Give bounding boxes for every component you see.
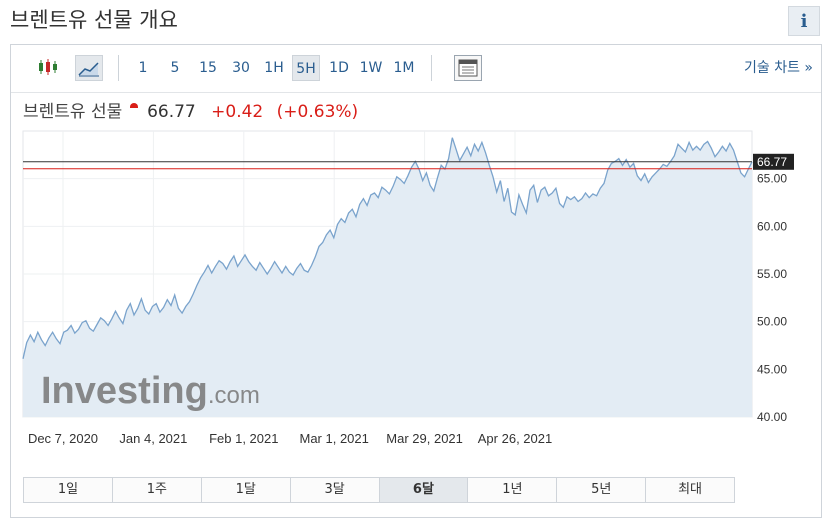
range-button-1y[interactable]: 1년 [468,478,558,502]
price-chart[interactable]: Investing.com40.0045.0050.0055.0060.0065… [11,45,821,475]
range-button-1d[interactable]: 1일 [24,478,113,502]
y-tick-label: 45.00 [757,362,787,376]
range-button-5y[interactable]: 5년 [557,478,647,502]
range-button-6m[interactable]: 6달 [379,478,469,502]
range-button-3m[interactable]: 3달 [290,478,380,502]
y-tick-label: 55.00 [757,267,787,281]
x-tick-label: Mar 29, 2021 [386,431,463,446]
current-price-label: 66.77 [757,155,787,169]
x-tick-label: Mar 1, 2021 [300,431,369,446]
range-selector: 1일 1주 1달 3달 6달 1년 5년 최대 [23,477,735,503]
x-tick-label: Apr 26, 2021 [478,431,552,446]
y-tick-label: 65.00 [757,172,787,186]
y-tick-label: 40.00 [757,410,787,424]
y-tick-label: 50.00 [757,315,787,329]
page-title: 브렌트유 선물 개요 [10,8,178,32]
x-tick-label: Jan 4, 2021 [119,431,187,446]
x-tick-label: Dec 7, 2020 [28,431,98,446]
info-icon[interactable]: i [788,6,820,36]
range-button-1m[interactable]: 1달 [201,478,291,502]
y-tick-label: 60.00 [757,219,787,233]
range-button-max[interactable]: 최대 [646,478,734,502]
x-tick-label: Feb 1, 2021 [209,431,278,446]
chart-panel: 1 5 15 30 1H 5H 1D 1W 1M 기술 차트 » 브렌트유 선물… [10,44,822,518]
range-button-1w[interactable]: 1주 [112,478,202,502]
